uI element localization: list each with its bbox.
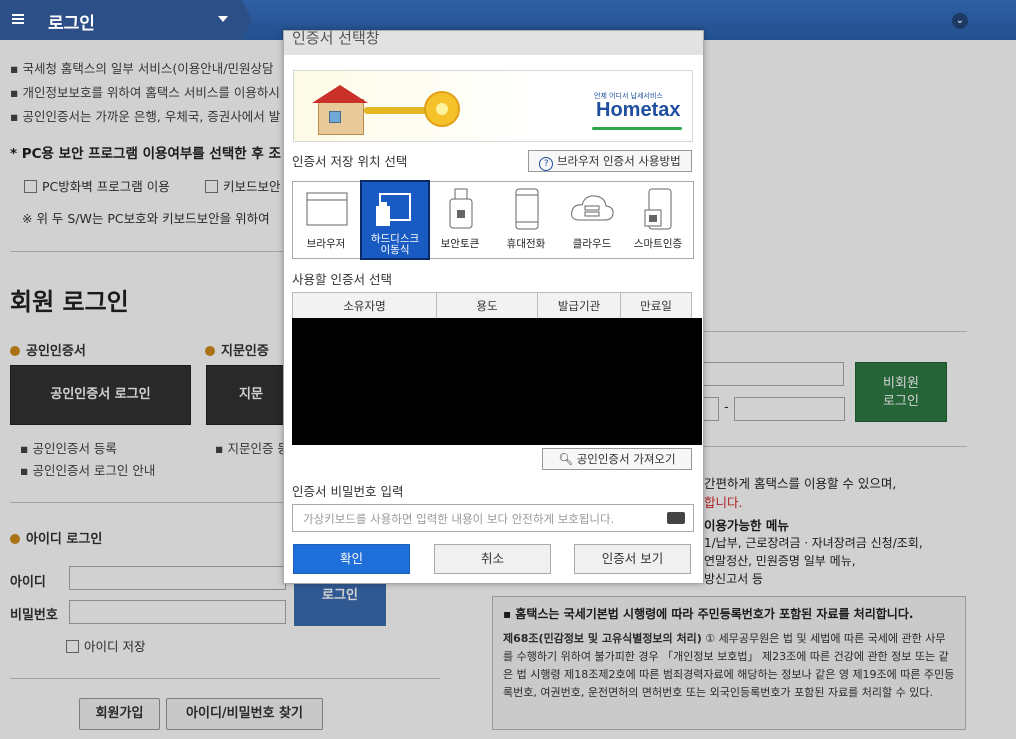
cloud-icon bbox=[571, 195, 614, 221]
breadcrumb-arrow bbox=[242, 0, 252, 40]
house-icon bbox=[318, 99, 364, 135]
search-icon: 🔍︎ bbox=[558, 452, 574, 466]
cert-list-area[interactable] bbox=[292, 318, 702, 445]
cert-select-dialog: 인증서 선택창 언제 어디서 납세서비스 Hometax 인증서 저장 위치 선… bbox=[283, 29, 704, 584]
mobile-phone-icon bbox=[515, 188, 539, 230]
col-expiry[interactable]: 만료일 bbox=[620, 292, 692, 319]
dialog-title: 인증서 선택창 bbox=[292, 29, 380, 47]
location-token[interactable]: 보안토큰 bbox=[427, 182, 493, 258]
smart-auth-icon bbox=[644, 188, 672, 230]
col-owner[interactable]: 소유자명 bbox=[292, 292, 437, 319]
page-title: 로그인 bbox=[48, 14, 95, 34]
browser-help-button[interactable]: ? 브라우저 인증서 사용방법 bbox=[528, 150, 692, 172]
cert-pw-label: 인증서 비밀번호 입력 bbox=[292, 484, 404, 499]
dialog-header[interactable]: 인증서 선택창 bbox=[284, 29, 703, 55]
location-label: 인증서 저장 위치 선택 bbox=[292, 154, 408, 169]
view-cert-button[interactable]: 인증서 보기 bbox=[574, 544, 691, 574]
location-cloud[interactable]: 클라우드 bbox=[559, 182, 625, 258]
caret-down-icon[interactable] bbox=[218, 16, 228, 22]
security-token-icon bbox=[449, 188, 473, 229]
virtual-keyboard-icon[interactable] bbox=[667, 512, 685, 524]
hometax-logo: Hometax bbox=[596, 99, 681, 121]
col-issuer[interactable]: 발급기관 bbox=[537, 292, 621, 319]
usb-drive-icon bbox=[376, 193, 411, 226]
roof-shape bbox=[312, 85, 368, 103]
cancel-button[interactable]: 취소 bbox=[434, 544, 551, 574]
location-smart[interactable]: 스마트인증 bbox=[625, 182, 691, 258]
breadcrumb[interactable]: 로그인 bbox=[0, 0, 242, 40]
cert-select-label: 사용할 인증서 선택 bbox=[292, 272, 392, 287]
logo-underline bbox=[592, 127, 682, 130]
browser-icon bbox=[306, 192, 348, 226]
menu-icon[interactable] bbox=[12, 14, 24, 24]
key-icon bbox=[364, 107, 432, 114]
import-cert-button[interactable]: 🔍︎ 공인인증서 가져오기 bbox=[542, 448, 692, 470]
chevron-down-icon[interactable]: ⌄ bbox=[952, 13, 968, 29]
col-usage[interactable]: 용도 bbox=[436, 292, 538, 319]
location-harddisk[interactable]: 하드디스크 이동식 bbox=[360, 180, 430, 260]
help-icon: ? bbox=[539, 157, 554, 171]
confirm-button[interactable]: 확인 bbox=[293, 544, 410, 574]
cert-pw-input[interactable]: 가상키보드를 사용하면 입력한 내용이 보다 안전하게 보호됩니다. bbox=[292, 504, 694, 532]
cert-pw-placeholder: 가상키보드를 사용하면 입력한 내용이 보다 안전하게 보호됩니다. bbox=[303, 512, 615, 526]
window-shape bbox=[329, 111, 341, 123]
location-selector: 브라우저 하드디스크 이동식 보안토큰 휴대전화 클라우드 스마트인증 bbox=[292, 180, 694, 260]
flower-center bbox=[436, 103, 448, 115]
cert-table: 소유자명 용도 발급기관 만료일 bbox=[292, 292, 692, 319]
location-browser[interactable]: 브라우저 bbox=[293, 182, 359, 258]
hometax-banner: 언제 어디서 납세서비스 Hometax bbox=[293, 70, 693, 142]
location-phone[interactable]: 휴대전화 bbox=[493, 182, 559, 258]
